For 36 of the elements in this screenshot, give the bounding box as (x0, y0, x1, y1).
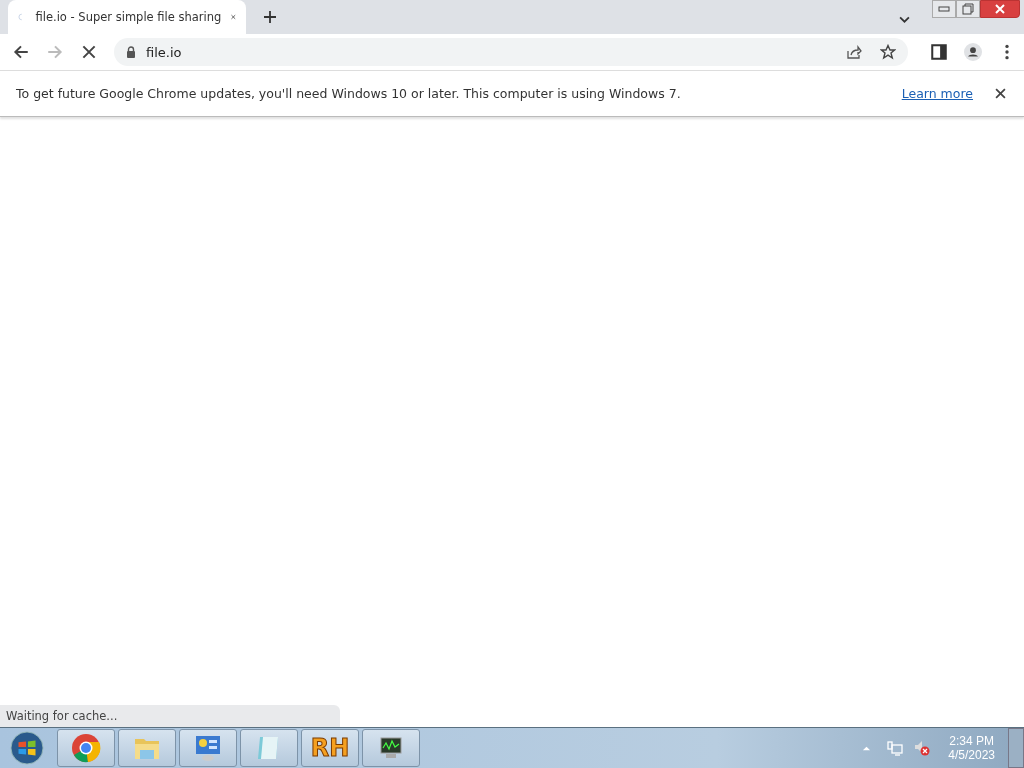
stop-icon[interactable] (80, 43, 98, 61)
tab-search-icon[interactable] (899, 16, 910, 23)
new-tab-icon[interactable] (264, 11, 276, 23)
chrome-taskbar-button[interactable] (57, 729, 115, 767)
clock-time: 2:34 PM (949, 734, 994, 748)
close-tab-icon[interactable] (231, 12, 236, 22)
close-icon (994, 3, 1006, 15)
update-warning-text: To get future Google Chrome updates, you'll need Windows 10 or later. This computer is using Windows 7. (16, 86, 681, 101)
back-icon[interactable] (12, 43, 30, 61)
share-icon[interactable] (846, 44, 862, 60)
chrome-logo-icon (71, 733, 101, 763)
monitor-taskbar-button[interactable] (362, 729, 420, 767)
status-bubble: Waiting for cache... (0, 705, 340, 727)
restore-icon (962, 3, 974, 15)
close-icon[interactable] (995, 88, 1006, 99)
close-window-button[interactable] (980, 0, 1020, 18)
explorer-taskbar-button[interactable] (118, 729, 176, 767)
side-panel-icon[interactable] (930, 43, 948, 61)
address-bar[interactable]: file.io (114, 38, 908, 66)
profile-avatar-icon[interactable] (964, 43, 982, 61)
minimize-button[interactable] (932, 0, 956, 18)
clock-date: 4/5/2023 (948, 748, 995, 762)
restore-button[interactable] (956, 0, 980, 18)
learn-more-link[interactable]: Learn more (901, 86, 973, 101)
minimize-icon (938, 5, 950, 13)
lock-icon (126, 46, 136, 58)
url-text: file.io (146, 44, 182, 60)
notepad-taskbar-button[interactable] (240, 729, 298, 767)
muted-speaker-icon[interactable] (913, 739, 932, 757)
bookmark-star-icon[interactable] (880, 44, 896, 60)
control-panel-taskbar-button[interactable] (179, 729, 237, 767)
tab-title: file.io - Super simple file sharing (35, 10, 222, 24)
windows-logo-icon (10, 731, 44, 765)
app-label: RH (310, 734, 350, 762)
control-panel-icon (193, 733, 223, 763)
browser-tab[interactable]: file.io - Super simple file sharing (8, 0, 246, 34)
